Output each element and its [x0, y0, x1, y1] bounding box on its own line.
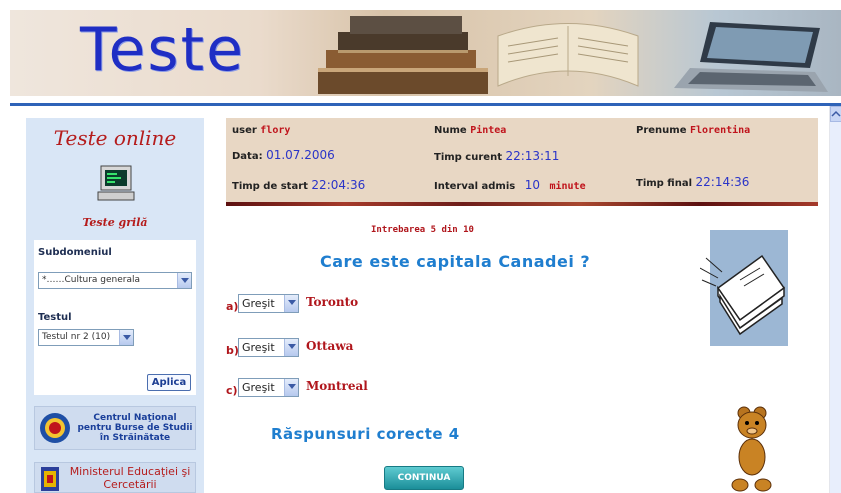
interval-unit: minute: [549, 181, 586, 192]
chevron-down-icon[interactable]: [119, 330, 133, 345]
scroll-up-icon[interactable]: [830, 106, 841, 122]
open-book-image: [497, 23, 639, 87]
answer-text: Toronto: [306, 295, 359, 309]
apply-button[interactable]: Aplica: [147, 374, 191, 391]
interval-label: Interval admis: [434, 181, 516, 192]
current-time-value: 22:13:11: [505, 149, 560, 163]
banner-bottom-gap: [10, 96, 841, 103]
chevron-down-icon[interactable]: [284, 339, 298, 356]
subdomain-select[interactable]: *……Cultura generala: [38, 272, 192, 289]
book-stack-illustration: [700, 230, 788, 346]
session-info: user flory Nume Pintea Prenume Florentin…: [226, 118, 818, 202]
date-field: Data: 01.07.2006: [232, 148, 335, 162]
continue-button[interactable]: CONTINUA: [384, 466, 464, 490]
first-name-field: Prenume Florentina: [636, 125, 750, 136]
sidebar: Teste online Teste grilă Subdomeniul *………: [26, 118, 204, 493]
question-text: Care este capitala Canadei ?: [320, 252, 591, 271]
banner-title: Teste: [80, 15, 246, 85]
cnbss-logo[interactable]: Centrul Naţional pentru Burse de Studii …: [34, 406, 196, 450]
start-time-label: Timp de start: [232, 181, 308, 192]
sidebar-subtitle: Teste grilă: [82, 216, 148, 229]
ministry-crest-icon: [41, 467, 59, 491]
scroll-thumb[interactable]: [830, 122, 841, 493]
user-field: user flory: [232, 125, 290, 136]
first-name-value: Florentina: [689, 125, 751, 136]
name-value: Pintea: [470, 125, 507, 136]
subdomain-value: *……Cultura generala: [42, 275, 141, 285]
sidebar-title: Teste online: [53, 126, 177, 150]
cnbss-logo-text: Centrul Naţional pentru Burse de Studii …: [77, 413, 193, 443]
header-banner: Teste: [10, 10, 841, 96]
info-separator: [226, 202, 818, 206]
date-value: 01.07.2006: [266, 148, 335, 162]
ministry-logo-text: Ministerul Educaţiei şi Cercetării: [69, 465, 191, 491]
books-stack-image: [318, 16, 488, 94]
answer-text: Ottawa: [306, 339, 354, 353]
subdomain-label: Subdomeniul: [38, 247, 112, 258]
chevron-down-icon[interactable]: [284, 295, 298, 312]
answer-letter: b): [226, 344, 239, 357]
filter-panel: Subdomeniul *……Cultura generala Testul T…: [34, 240, 196, 395]
first-name-label: Prenume: [636, 125, 687, 136]
chevron-down-icon[interactable]: [284, 379, 298, 396]
test-select[interactable]: Testul nr 2 (10): [38, 329, 134, 346]
answer-select-a[interactable]: Greşit: [238, 294, 299, 313]
question-counter: Intrebarea 5 din 10: [371, 225, 474, 235]
correct-answers-result: Răspunsuri corecte 4: [271, 425, 460, 443]
frame-divider: [10, 103, 841, 106]
test-value: Testul nr 2 (10): [42, 332, 111, 342]
laptop-image: [674, 22, 828, 92]
start-time-field: Timp de start 22:04:36: [232, 178, 365, 192]
answer-select-value: Greşit: [242, 341, 275, 354]
answer-letter: c): [226, 384, 238, 397]
user-value: flory: [260, 125, 291, 136]
chevron-down-icon[interactable]: [177, 273, 191, 288]
date-label: Data:: [232, 151, 263, 162]
start-time-value: 22:04:36: [311, 178, 366, 192]
name-field: Nume Pintea: [434, 125, 506, 136]
test-label: Testul: [38, 312, 72, 323]
current-time-field: Timp curent 22:13:11: [434, 149, 559, 163]
answer-select-c[interactable]: Greşit: [238, 378, 299, 397]
answer-select-value: Greşit: [242, 297, 275, 310]
user-label: user: [232, 125, 257, 136]
interval-field: Interval admis 10 minute: [434, 178, 586, 192]
answer-select-value: Greşit: [242, 381, 275, 394]
name-label: Nume: [434, 125, 467, 136]
answer-text: Montreal: [306, 379, 368, 393]
answer-letter: a): [226, 300, 239, 313]
cnbss-emblem-icon: [40, 413, 70, 443]
computer-icon: [97, 165, 135, 201]
teddy-bear-illustration: [731, 406, 772, 492]
top-gap: [0, 0, 841, 10]
final-time-field: Timp final 22:14:36: [636, 175, 749, 189]
final-time-value: 22:14:36: [695, 175, 750, 189]
ministry-logo[interactable]: Ministerul Educaţiei şi Cercetării: [34, 462, 196, 493]
final-time-label: Timp final: [636, 178, 693, 189]
current-time-label: Timp curent: [434, 152, 502, 163]
interval-value: 10: [524, 178, 540, 192]
answer-select-b[interactable]: Greşit: [238, 338, 299, 357]
vertical-scrollbar[interactable]: [829, 106, 841, 493]
